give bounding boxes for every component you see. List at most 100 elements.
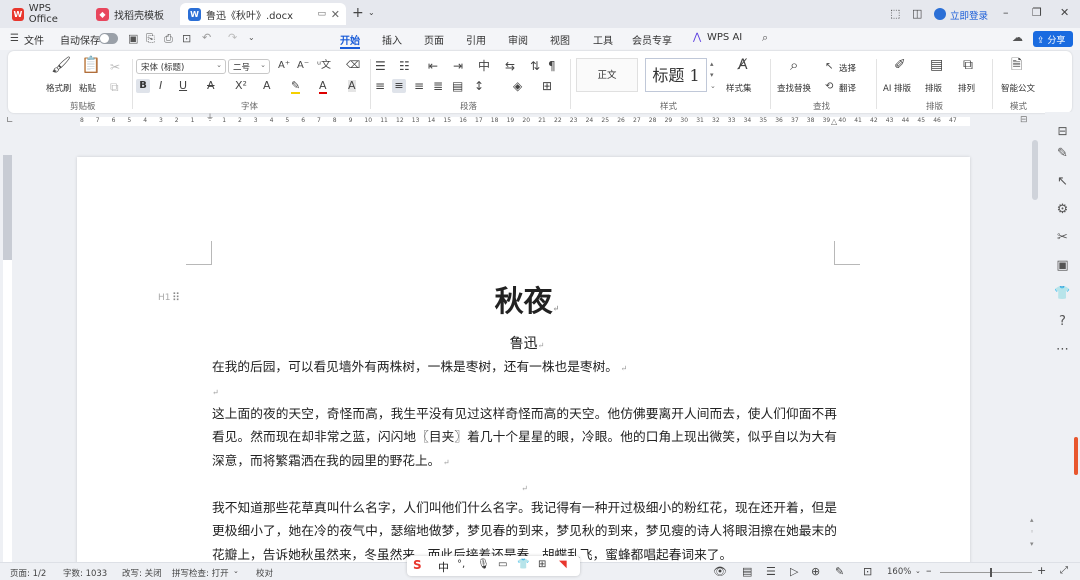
line-spacing-icon[interactable]: ↕: [474, 80, 484, 92]
tab-tools[interactable]: 工具: [593, 32, 613, 47]
select-icon[interactable]: ↖: [825, 61, 833, 73]
play-icon[interactable]: ▷: [790, 565, 798, 578]
tab-insert[interactable]: 插入: [382, 32, 402, 47]
italic-icon[interactable]: I: [159, 80, 162, 92]
word-count[interactable]: 字数: 1033: [63, 567, 107, 579]
more-icon[interactable]: ⋯: [1045, 342, 1080, 357]
page-nav-icon[interactable]: ◦: [1030, 528, 1034, 536]
fullscreen-icon[interactable]: ⤢: [1060, 565, 1068, 576]
proofread-button[interactable]: 校对: [256, 567, 273, 579]
superscript-icon[interactable]: X²: [235, 80, 247, 92]
eye-protection-icon[interactable]: 👁: [713, 565, 727, 578]
shading-icon[interactable]: ◈: [513, 80, 522, 92]
redo-icon[interactable]: ↷: [228, 31, 237, 44]
keyboard-icon[interactable]: ▭: [498, 559, 507, 570]
arrange-icon[interactable]: ⧉: [963, 58, 973, 72]
chevron-down-icon[interactable]: ⌄: [368, 8, 375, 17]
zoom-in-icon[interactable]: +: [1037, 564, 1046, 577]
file-menu[interactable]: 文件: [24, 32, 44, 47]
tab-page[interactable]: 页面: [424, 32, 444, 47]
minimize-icon[interactable]: –: [1003, 6, 1009, 19]
tab-review[interactable]: 审阅: [508, 32, 528, 47]
bold-button[interactable]: B: [136, 79, 150, 93]
tab-document[interactable]: W 鲁迅《秋叶》.docx ▭ ✕: [180, 3, 346, 25]
autosave-toggle[interactable]: [99, 33, 118, 44]
ai-layout-button[interactable]: AI 排版: [883, 82, 911, 94]
microphone-icon[interactable]: 🎙: [477, 559, 490, 570]
font-shrink-icon[interactable]: A⁻: [297, 60, 309, 72]
shirt-icon[interactable]: 👕: [1045, 286, 1080, 301]
style-set-button[interactable]: 样式集: [726, 82, 752, 94]
outline-view-icon[interactable]: ☰: [766, 565, 776, 578]
translate-button[interactable]: 翻译: [839, 82, 856, 94]
arrange-button[interactable]: 排列: [958, 82, 975, 94]
menu-icon[interactable]: ☰: [10, 33, 19, 44]
right-indent-marker-icon[interactable]: △: [831, 117, 837, 126]
prev-page-icon[interactable]: ▴: [1030, 516, 1034, 524]
collapse-icon[interactable]: ⊟: [1045, 124, 1080, 138]
highlight-icon[interactable]: ✎: [291, 80, 301, 94]
format-painter-icon[interactable]: 🖌: [51, 57, 71, 73]
font-size-select[interactable]: 二号 ⌄: [228, 59, 270, 74]
indent-marker-icon[interactable]: ⏚: [206, 112, 214, 123]
next-page-icon[interactable]: ▾: [1030, 540, 1034, 548]
ime-toolbar[interactable]: S 中 °, 🎙 ▭ 👕 ⊞ ◥: [407, 556, 580, 576]
login-link[interactable]: 立即登录: [950, 8, 988, 22]
tab-docer-templates[interactable]: ◆ 找稻壳模板: [88, 3, 178, 25]
clear-format-icon[interactable]: ⌫: [346, 60, 360, 72]
new-tab-icon[interactable]: +: [352, 5, 364, 21]
search-icon[interactable]: ⌕: [762, 31, 768, 45]
save-icon[interactable]: ▣: [128, 32, 138, 45]
share-button[interactable]: ⇪ 分享: [1033, 31, 1073, 47]
page-view-icon[interactable]: ▤: [742, 565, 752, 578]
restore-icon[interactable]: ❐: [1032, 6, 1042, 19]
write-view-icon[interactable]: ✎: [835, 565, 844, 578]
style-heading-1[interactable]: 标题 1: [645, 58, 707, 92]
web-view-icon[interactable]: ⊕: [811, 565, 820, 578]
tab-references[interactable]: 引用: [466, 32, 486, 47]
font-name-select[interactable]: 宋体 (标题) ⌄: [136, 59, 226, 74]
format-painter-button[interactable]: 格式刷: [46, 82, 72, 94]
tab-stop-icon[interactable]: ∟: [6, 116, 14, 126]
cube-icon[interactable]: ⬚: [890, 7, 900, 20]
fit-page-icon[interactable]: ⊡: [863, 565, 872, 578]
vertical-scrollbar-thumb[interactable]: [1032, 140, 1038, 200]
print-icon[interactable]: ⎙: [164, 32, 173, 46]
expand-styles-icon[interactable]: ⌄: [710, 82, 716, 90]
close-window-icon[interactable]: ✕: [1060, 6, 1069, 19]
spellcheck-status[interactable]: 拼写检查: 打开: [172, 567, 229, 579]
export-icon[interactable]: ⎘: [146, 32, 155, 46]
zoom-slider-thumb[interactable]: [990, 568, 992, 577]
underline-icon[interactable]: U: [179, 80, 187, 92]
smart-doc-button[interactable]: 智能公文: [1001, 82, 1035, 94]
smart-doc-icon[interactable]: 🗎: [1011, 58, 1022, 72]
tab-wps-office[interactable]: W WPS Office: [4, 3, 86, 25]
zoom-chevron-icon[interactable]: ⌄: [915, 567, 921, 575]
skin-icon[interactable]: ◫: [912, 7, 922, 20]
document-author[interactable]: 鲁迅↵: [477, 333, 577, 353]
skin-icon[interactable]: 👕: [517, 559, 529, 570]
justify-icon[interactable]: ≣: [433, 80, 443, 92]
document-page[interactable]: H1 ⠿ 秋夜↵ 鲁迅↵ 在我的后园，可以看见墙外有两株树，一株是枣树，还有一株…: [77, 157, 970, 567]
find-icon[interactable]: ⌕: [790, 58, 798, 73]
close-tab-icon[interactable]: ✕: [331, 8, 340, 21]
outdent-icon[interactable]: ⇤: [428, 60, 438, 72]
phonetic-guide-icon[interactable]: ᵘ文: [317, 60, 331, 72]
numbered-list-icon[interactable]: ☷: [399, 60, 410, 72]
select-cursor-icon[interactable]: ↖: [1045, 174, 1080, 189]
avatar[interactable]: [934, 8, 946, 20]
adjust-icon[interactable]: ⚙: [1045, 202, 1080, 217]
sort-icon[interactable]: ⇅: [530, 60, 540, 72]
tab-home[interactable]: 开始: [340, 32, 360, 47]
zoom-out-icon[interactable]: –: [926, 564, 932, 577]
char-shading-icon[interactable]: A: [348, 80, 356, 92]
copy-icon[interactable]: ⧉: [110, 81, 119, 93]
page-indicator[interactable]: 页面: 1/2: [10, 567, 46, 579]
scroll-down-icon[interactable]: ▾: [710, 71, 714, 79]
font-grow-icon[interactable]: A⁺: [278, 60, 290, 72]
quick-access-chevron-icon[interactable]: ⌄: [248, 33, 255, 42]
distributed-icon[interactable]: ▤: [452, 80, 463, 92]
find-replace-button[interactable]: 查找替换: [777, 82, 811, 94]
show-marks-icon[interactable]: ¶: [548, 60, 556, 72]
help-icon[interactable]: ?: [1045, 314, 1080, 329]
